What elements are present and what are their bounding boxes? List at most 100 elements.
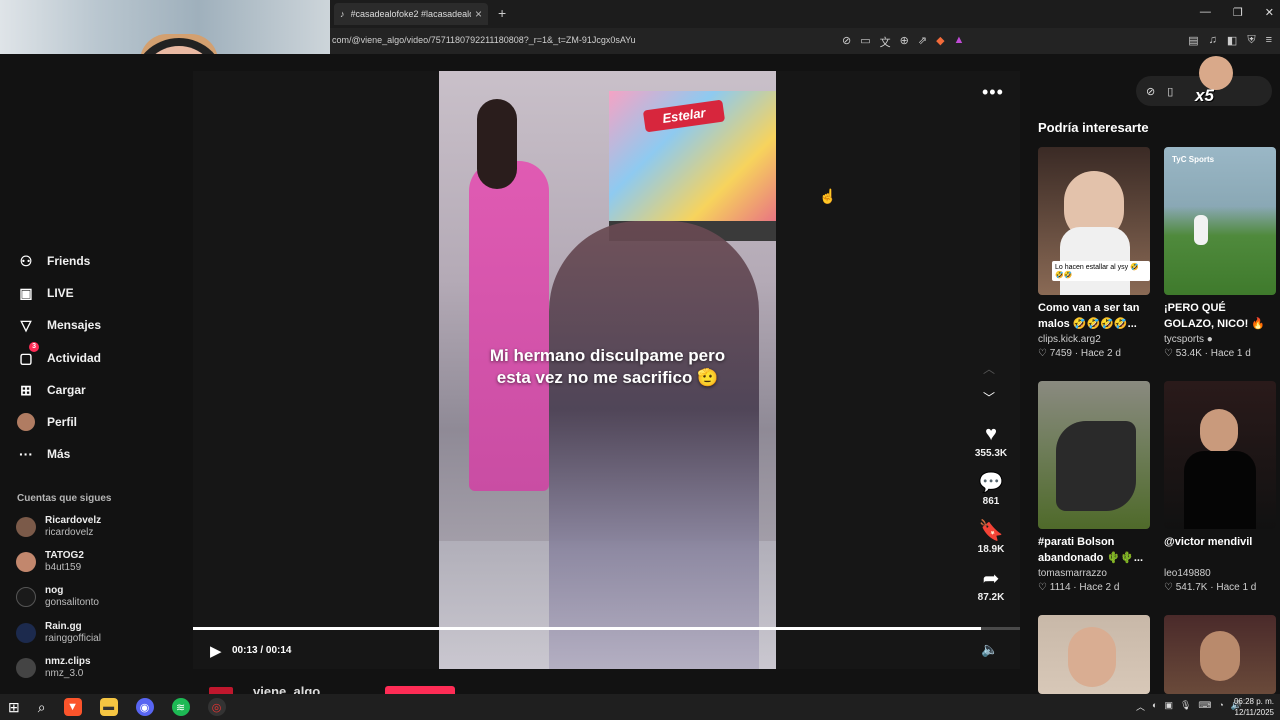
following-account[interactable]: Ricardovelz ricardovelz (16, 515, 101, 539)
account-handle: b4ut159 (45, 562, 82, 573)
url-text[interactable]: com/@viene_algo/video/757118079221118080… (332, 35, 636, 45)
windows-start-icon[interactable]: ⊞ (8, 699, 20, 716)
video-thumbnail: TyC Sports (1164, 147, 1276, 295)
close-tab-icon[interactable]: × (475, 7, 482, 21)
more-options-button[interactable]: ••• (982, 82, 1004, 103)
follow-button[interactable] (385, 686, 455, 694)
card-age: Hace 1 d (1216, 582, 1257, 593)
card-title: Como van a ser tan malos 🤣🤣🤣🤣... (1038, 302, 1140, 330)
tiktok-icon: ♪ (340, 9, 345, 19)
card-user: tycsports ● (1164, 334, 1213, 345)
reader-icon[interactable]: ▤ (1188, 34, 1198, 47)
video-time: 00:13 / 00:14 (232, 645, 292, 656)
heart-outline-icon: ♡ (1038, 348, 1047, 359)
save-button[interactable]: 🔖 18.9K (969, 518, 1013, 556)
spotify-icon[interactable]: ≋ (171, 698, 190, 716)
video-frame[interactable]: Estelar Mi hermano disculpame pero esta … (439, 71, 776, 669)
heart-outline-icon: ♡ (1164, 348, 1173, 359)
video-progress-bar[interactable] (193, 627, 1020, 630)
play-icon[interactable]: ▶ (210, 642, 222, 660)
compass-icon[interactable]: ⊘ (1146, 85, 1155, 98)
video-card[interactable]: TyC Sports ¡PERO QUÉ GOLAZO, NICO! 🔥 AR … (1164, 147, 1276, 359)
sidebar-item-label: Mensajes (47, 318, 102, 332)
sidebar-item-friends[interactable]: ⚇ Friends (17, 252, 91, 270)
following-account[interactable]: TATOG2 b4ut159 (16, 550, 84, 574)
brave-browser-icon[interactable]: ▼ (63, 698, 82, 716)
next-video-icon[interactable]: ﹀ (983, 389, 995, 406)
sidebar-item-profile[interactable]: Perfil (17, 413, 77, 431)
address-bar: com/@viene_algo/video/757118079221118080… (330, 28, 1280, 54)
new-tab-button[interactable]: + (498, 5, 506, 21)
card-user: clips.kick.arg2 (1038, 334, 1101, 345)
video-card[interactable] (1164, 615, 1276, 694)
tray-chevron-icon[interactable]: ︿ (1136, 700, 1145, 713)
card-likes: 1114 (1049, 582, 1071, 593)
video-thumbnail: Lo hacen estallar al ysy 🤣🤣🤣 (1038, 147, 1150, 295)
device-icon[interactable]: ▯ (1167, 85, 1173, 98)
video-card[interactable]: Lo hacen estallar al ysy 🤣🤣🤣 Como van a … (1038, 147, 1150, 359)
account-name: nog (45, 585, 64, 596)
sidebar-item-upload[interactable]: ⊞ Cargar (17, 381, 86, 399)
search-icon[interactable]: ⌕ (38, 699, 46, 716)
volume-icon[interactable]: 🔈 (981, 641, 998, 658)
comment-button[interactable]: 💬 861 (969, 470, 1013, 508)
following-account[interactable]: nog gonsalitonto (16, 585, 99, 609)
zoom-icon[interactable]: ⊕ (900, 34, 909, 50)
video-card[interactable]: #parati Bolson abandonado 🌵🌵... tomasmar… (1038, 381, 1150, 593)
card-age: Hace 2 d (1079, 582, 1120, 593)
comment-icon: 💬 (978, 471, 1004, 494)
brave-shields-icon[interactable]: ◆ (936, 34, 944, 50)
account-name: TATOG2 (45, 550, 84, 561)
previous-video-icon[interactable]: ︿ (983, 360, 995, 377)
discord-icon[interactable]: ◉ (135, 698, 154, 716)
obs-icon[interactable]: ◎ (207, 698, 226, 716)
account-handle: ricardovelz (45, 527, 94, 538)
heart-icon: ♥ (985, 422, 997, 445)
following-account[interactable]: Rain.gg rainggofficial (16, 621, 101, 645)
recommendations-title: Podría interesarte (1038, 120, 1149, 135)
system-clock[interactable]: 06:28 p. m. 12/11/2025 (1232, 696, 1274, 718)
like-button[interactable]: ♥ 355.3K (969, 422, 1013, 460)
share-icon[interactable]: ⇗ (918, 34, 927, 50)
activity-icon: ▢ 3 (17, 342, 39, 367)
brave-rewards-icon[interactable]: ▲ (954, 34, 965, 50)
video-thumbnail (1164, 381, 1276, 529)
account-name: nmz.clips (45, 656, 91, 667)
network-icon[interactable]: ⌨ (1198, 700, 1211, 713)
vpn-icon[interactable]: ⛨ (1247, 34, 1255, 47)
video-card[interactable] (1038, 615, 1150, 694)
browser-tab[interactable]: ♪ #casadealofoke2 #lacasadealofo × (334, 3, 488, 25)
video-card[interactable]: @victor mendivil leo149880 ♡ 541.7K · Ha… (1164, 381, 1276, 593)
cast-icon[interactable]: ▭ (860, 34, 870, 50)
avatar (16, 658, 36, 678)
card-likes: 53.4K (1175, 348, 1202, 359)
menu-icon[interactable]: ≡ (1266, 34, 1272, 47)
restore-button[interactable]: ❐ (1233, 6, 1243, 19)
sidebar-item-label: Más (47, 447, 71, 461)
card-user: tomasmarrazzo (1038, 568, 1107, 579)
wifi-icon[interactable]: ◔ (1218, 700, 1223, 713)
sidebar-item-activity[interactable]: ▢ 3 Actividad (17, 342, 101, 367)
minimize-button[interactable]: — (1200, 6, 1211, 19)
following-account[interactable]: nmz.clips nmz_3.0 (16, 656, 91, 680)
microphone-icon[interactable]: 🎙 (1180, 700, 1191, 713)
sidebar-item-messages[interactable]: ▽ Mensajes (17, 316, 101, 334)
media-icon[interactable]: ⊘ (842, 34, 851, 50)
file-explorer-icon[interactable]: ▬ (99, 698, 118, 716)
steam-icon[interactable]: ◐ (1152, 700, 1157, 713)
share-arrow-icon: ➦ (982, 567, 1000, 590)
card-user: leo149880 (1164, 568, 1211, 579)
sidebar-item-live[interactable]: ▣ LIVE (17, 284, 73, 302)
save-count: 18.9K (977, 544, 1005, 555)
sidebar-toggle-icon[interactable]: ◧ (1227, 34, 1237, 47)
music-icon[interactable]: ♫ (1209, 34, 1217, 47)
card-age: Hace 1 d (1210, 348, 1251, 359)
app-tray-icon[interactable]: ▣ (1164, 700, 1173, 713)
close-window-button[interactable]: ✕ (1265, 6, 1274, 19)
profile-avatar-icon (17, 413, 35, 431)
share-button[interactable]: ➦ 87.2K (969, 566, 1013, 604)
translate-icon[interactable]: 文 (880, 34, 891, 50)
card-likes: 7459 (1049, 348, 1072, 359)
thumbnail-caption: TyC Sports (1172, 155, 1215, 164)
sidebar-item-more[interactable]: ··· Más (17, 445, 70, 463)
